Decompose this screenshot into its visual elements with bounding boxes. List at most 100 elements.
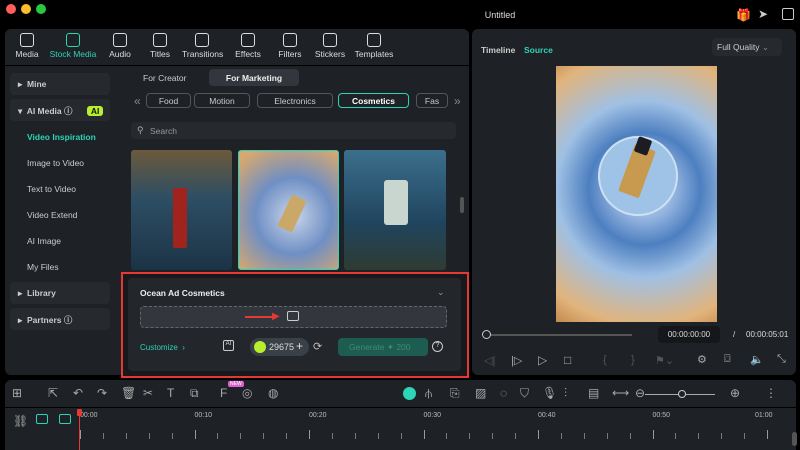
toolbar-stickers[interactable]: Stickers [310,33,350,59]
previous-frame-icon[interactable]: ◁| [484,354,495,367]
send-icon[interactable]: ➤ [758,7,768,21]
delete-icon[interactable]: 🗑 [121,386,136,400]
audio-track-icon[interactable]: ▤ [588,386,599,400]
search-input[interactable]: ⚲ Search [131,122,456,139]
collapse-icon[interactable]: ⌄ [437,287,445,298]
zoom-handle[interactable] [678,390,686,398]
settings-icon[interactable]: ⚙ [697,353,707,366]
schedule-icon[interactable] [782,8,794,20]
undo-icon[interactable]: ↶ [73,386,83,400]
video-thumbnail-selected[interactable] [238,150,339,270]
close-window-button[interactable] [6,4,16,14]
play-icon[interactable]: ▷ [538,353,547,367]
toolbar-media[interactable]: Media [7,33,47,59]
generate-button[interactable]: Generate ✦ 200 [338,338,428,356]
color-icon[interactable]: ◍ [268,386,278,400]
help-icon[interactable]: ? [432,341,443,352]
tab-timeline[interactable]: Timeline [481,45,515,55]
titles-icon [153,33,167,47]
marker-icon[interactable]: ⚑⌄ [655,354,674,367]
category-chip-food[interactable]: Food [146,93,191,108]
gift-icon[interactable]: 🎁 [736,8,751,22]
toolbar-effects[interactable]: Effects [228,33,268,59]
crop-icon[interactable]: ⧉ [190,386,199,401]
volume-icon[interactable]: 🔈 [750,353,764,366]
export-frame-icon[interactable]: ⎘ [450,386,460,401]
sidebar-item-ai-image[interactable]: AI Image [27,236,61,246]
timeline-scrollbar[interactable] [792,432,797,446]
track-icon[interactable] [59,414,71,424]
customize-link[interactable]: Customize › [140,343,185,352]
category-chip-motion[interactable]: Motion [194,93,250,108]
category-chip-cosmetics[interactable]: Cosmetics [338,93,409,108]
time-label: 00:20 [309,412,327,419]
scroll-right-icon[interactable]: » [454,94,461,108]
stock-media-icon [66,33,80,47]
window-title: Untitled [484,10,516,20]
sidebar-item-partners[interactable]: ▸ Partners ⓘ [10,308,110,330]
redo-icon[interactable]: ↷ [97,386,107,400]
toolbar-templates[interactable]: Templates [352,33,396,59]
snapshot-icon[interactable]: ⌼ [724,353,731,366]
stop-icon[interactable]: □ [564,353,571,367]
category-chip-fas[interactable]: Fas [416,93,448,108]
scroll-left-icon[interactable]: « [134,94,141,108]
ai-settings-icon[interactable]: AI [223,340,234,351]
fullscreen-icon[interactable]: ⤡ [777,353,786,366]
scrollbar[interactable] [460,197,464,213]
sidebar-item-library[interactable]: ▸ Library [10,282,110,304]
minimize-window-button[interactable] [21,4,31,14]
maximize-window-button[interactable] [36,4,46,14]
toolbar-titles[interactable]: Titles [140,33,180,59]
audio-icon [113,33,127,47]
toolbar-audio[interactable]: Audio [100,33,140,59]
video-thumbnail[interactable] [344,150,446,270]
playhead-handle[interactable] [482,330,491,339]
tab-for-marketing[interactable]: For Marketing [209,69,299,86]
next-frame-icon[interactable]: |▷ [511,354,522,367]
quality-dropdown[interactable]: Full Quality ⌄ [712,38,782,56]
split-icon[interactable]: ⫛ [425,386,432,401]
link-icon[interactable] [36,414,48,424]
sidebar-item-mine[interactable]: ▸ Mine [10,73,110,95]
image-upload-dropzone[interactable]: ▶ [140,306,447,328]
playback-slider[interactable] [486,334,632,336]
text-tool-icon[interactable]: T [167,386,174,400]
tab-for-creator[interactable]: For Creator [143,73,186,83]
toolbar-stock-media[interactable]: Stock Media [48,33,98,59]
select-tool-icon[interactable]: ⇱ [48,386,58,400]
mark-in-icon[interactable]: { [603,354,607,366]
shield-icon[interactable]: ⛉ [520,386,529,401]
sidebar-item-image-to-video[interactable]: Image to Video [27,158,84,168]
cut-icon[interactable]: ✂ [143,386,153,400]
fit-icon[interactable]: ⟷ [612,386,629,400]
tab-source[interactable]: Source [524,45,553,55]
ai-audio-icon[interactable]: ◎ [242,386,252,400]
refresh-icon[interactable]: ⟳ [313,340,322,353]
sidebar-item-ai-media[interactable]: ▾ AI Media ⓘ AI [10,99,110,121]
toolbar-filters[interactable]: Filters [270,33,310,59]
effects-icon [241,33,255,47]
image-icon[interactable]: ▨ [475,386,486,400]
category-chip-electronics[interactable]: Electronics [257,93,333,108]
sidebar-item-text-to-video[interactable]: Text to Video [27,184,76,194]
sidebar-item-my-files[interactable]: My Files [27,262,59,272]
grid-view-icon[interactable]: ⋮ [765,386,777,400]
unlink-icon[interactable]: ⛓ [13,414,28,428]
sidebar-item-video-inspiration[interactable]: Video Inspiration [27,132,96,142]
microphone-icon[interactable]: 🎙 [542,386,557,400]
time-label: 00:30 [423,412,442,419]
credits-badge[interactable]: 29675 + [250,338,309,356]
speed-icon[interactable]: ◌ [500,386,507,400]
zoom-in-icon[interactable]: ⊕ [730,386,740,400]
toolbar-transitions[interactable]: Transitions [182,33,223,59]
time-label: 01:00 [755,412,773,419]
video-thumbnail[interactable] [131,150,232,270]
ai-assistant-icon[interactable] [403,387,416,400]
sidebar-item-video-extend[interactable]: Video Extend [27,210,77,220]
zoom-out-icon[interactable]: ⊖ [635,386,645,400]
keyframe-icon[interactable]: F [220,386,227,400]
audio-mixer-icon[interactable]: ⫶ [564,386,567,401]
layout-icon[interactable]: ⊞ [12,386,22,400]
mark-out-icon[interactable]: } [631,354,635,366]
